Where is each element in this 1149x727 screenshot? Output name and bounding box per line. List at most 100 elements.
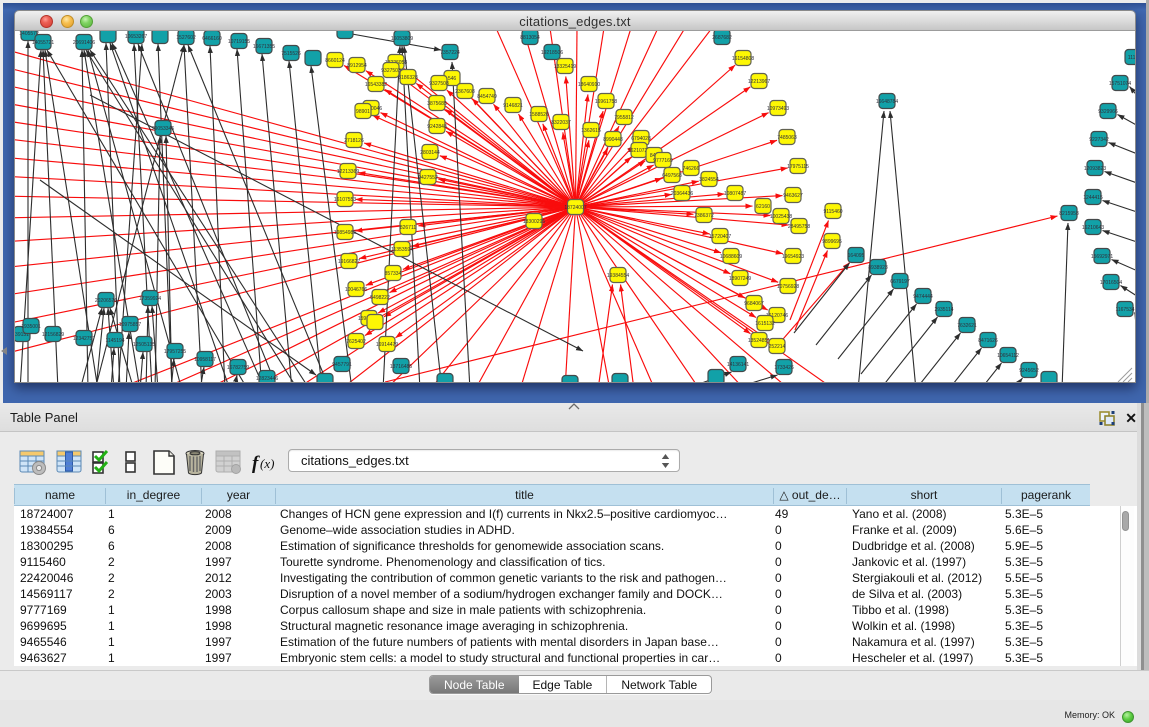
- svg-text:10807487: 10807487: [724, 191, 746, 197]
- svg-text:18907249: 18907249: [729, 276, 751, 282]
- svg-text:8990448: 8990448: [603, 137, 623, 143]
- svg-text:8813054: 8813054: [520, 35, 540, 41]
- svg-text:16154808: 16154808: [732, 56, 754, 62]
- svg-text:1527602: 1527602: [176, 35, 196, 41]
- svg-text:5498222: 5498222: [370, 295, 390, 301]
- svg-text:1935001: 1935001: [21, 324, 41, 330]
- svg-text:2935114: 2935114: [934, 307, 953, 313]
- svg-text:7386372: 7386372: [694, 213, 714, 219]
- svg-text:6679197: 6679197: [890, 279, 910, 285]
- svg-text:12213967: 12213967: [748, 79, 770, 85]
- svg-text:1145194: 1145194: [105, 338, 124, 344]
- svg-text:8660124: 8660124: [325, 58, 345, 64]
- svg-text:9327508: 9327508: [429, 81, 449, 87]
- svg-text:1615132: 1615132: [755, 321, 775, 327]
- svg-text:16210643: 16210643: [1082, 225, 1104, 231]
- svg-text:8186328: 8186328: [398, 75, 418, 81]
- svg-text:98901: 98901: [356, 109, 370, 115]
- svg-text:10653267: 10653267: [125, 34, 147, 40]
- svg-text:62160: 62160: [756, 204, 770, 210]
- svg-text:9227342: 9227342: [1089, 137, 1109, 143]
- svg-text:(x): (x): [260, 456, 274, 471]
- svg-text:9427552: 9427552: [418, 175, 438, 181]
- svg-text:16914479: 16914479: [376, 342, 398, 348]
- svg-text:9457791: 9457791: [332, 362, 352, 368]
- svg-text:164095: 164095: [848, 253, 865, 259]
- svg-text:3875685: 3875685: [427, 101, 447, 107]
- svg-text:9777169: 9777169: [653, 158, 673, 164]
- svg-text:17016504: 17016504: [1100, 280, 1122, 286]
- svg-text:2718126: 2718126: [344, 138, 364, 144]
- svg-text:13716485: 13716485: [390, 364, 412, 370]
- svg-text:19854985: 19854985: [334, 230, 356, 236]
- svg-text:9242848: 9242848: [427, 124, 447, 130]
- svg-text:1117: 1117: [1128, 55, 1135, 61]
- svg-text:12823446: 12823446: [256, 376, 278, 382]
- svg-text:2803144: 2803144: [420, 150, 440, 156]
- svg-text:746266: 746266: [683, 166, 700, 172]
- svg-text:7632621: 7632621: [957, 323, 977, 329]
- svg-text:15751074: 15751074: [1109, 81, 1131, 87]
- svg-text:9684067: 9684067: [744, 301, 764, 307]
- svg-text:9146821: 9146821: [503, 103, 523, 109]
- svg-text:1733426: 1733426: [774, 365, 794, 371]
- svg-text:10756928: 10756928: [777, 284, 799, 290]
- svg-text:9329966: 9329966: [1098, 109, 1118, 115]
- svg-text:16782759: 16782759: [227, 365, 249, 371]
- svg-text:2367608: 2367608: [455, 89, 475, 95]
- svg-text:19218506: 19218506: [541, 50, 563, 56]
- svg-text:546: 546: [448, 76, 457, 82]
- svg-text:1588520: 1588520: [529, 112, 549, 118]
- svg-text:10688609: 10688609: [720, 254, 742, 260]
- svg-text:28495758: 28495758: [788, 224, 810, 230]
- svg-text:15692971: 15692971: [1091, 254, 1113, 260]
- svg-text:13524851: 13524851: [748, 338, 770, 344]
- svg-text:7515526: 7515526: [281, 51, 301, 57]
- svg-text:8471626: 8471626: [978, 338, 998, 344]
- svg-text:12213369: 12213369: [337, 169, 359, 175]
- svg-text:1244415: 1244415: [1083, 195, 1103, 201]
- svg-text:10046766: 10046766: [345, 287, 367, 293]
- svg-text:12342757: 12342757: [73, 336, 95, 342]
- svg-text:1167534: 1167534: [1115, 307, 1134, 313]
- svg-text:9327503: 9327503: [381, 68, 401, 74]
- svg-text:3824554: 3824554: [699, 177, 719, 183]
- svg-text:857334: 857334: [385, 271, 402, 277]
- svg-text:8938923: 8938923: [868, 265, 888, 271]
- svg-text:20691406: 20691406: [73, 40, 95, 46]
- svg-text:f: f: [252, 453, 260, 474]
- svg-text:14055721: 14055721: [32, 40, 54, 46]
- svg-text:12156829: 12156829: [42, 332, 64, 338]
- svg-text:8322037: 8322037: [551, 120, 571, 126]
- svg-text:16543382: 16543382: [365, 82, 387, 88]
- svg-text:16648784: 16648784: [876, 99, 898, 105]
- svg-text:9899695: 9899695: [822, 239, 842, 245]
- svg-text:15720407: 15720407: [709, 234, 731, 240]
- svg-text:10973493: 10973493: [767, 106, 789, 112]
- svg-text:16053809: 16053809: [391, 36, 413, 42]
- svg-text:9463627: 9463627: [783, 193, 803, 199]
- svg-text:6497568: 6497568: [662, 173, 682, 179]
- svg-text:18300295: 18300295: [523, 219, 545, 225]
- svg-text:19654923: 19654923: [782, 254, 804, 260]
- svg-text:9245652: 9245652: [1019, 368, 1039, 374]
- svg-text:10975857: 10975857: [119, 322, 141, 328]
- svg-text:13325419: 13325419: [554, 64, 576, 70]
- svg-text:7485063: 7485063: [777, 135, 797, 141]
- svg-text:18640910: 18640910: [578, 82, 600, 88]
- svg-text:8215958: 8215958: [1059, 211, 1079, 217]
- svg-text:2687682: 2687682: [712, 35, 732, 41]
- svg-text:252214: 252214: [769, 344, 786, 350]
- svg-text:11353594: 11353594: [391, 247, 413, 253]
- svg-text:6794028: 6794028: [631, 136, 651, 142]
- svg-text:29053346: 29053346: [152, 126, 174, 132]
- svg-text:6466160: 6466160: [202, 36, 222, 42]
- svg-text:16107553: 16107553: [334, 197, 356, 203]
- svg-text:826711: 826711: [400, 225, 417, 231]
- svg-text:18724007: 18724007: [564, 205, 586, 211]
- svg-text:10025438: 10025438: [770, 214, 792, 220]
- svg-text:17957255: 17957255: [164, 349, 186, 355]
- svg-text:17359924: 17359924: [139, 296, 161, 302]
- svg-text:7625402: 7625402: [346, 339, 366, 345]
- svg-text:7955812: 7955812: [614, 115, 634, 121]
